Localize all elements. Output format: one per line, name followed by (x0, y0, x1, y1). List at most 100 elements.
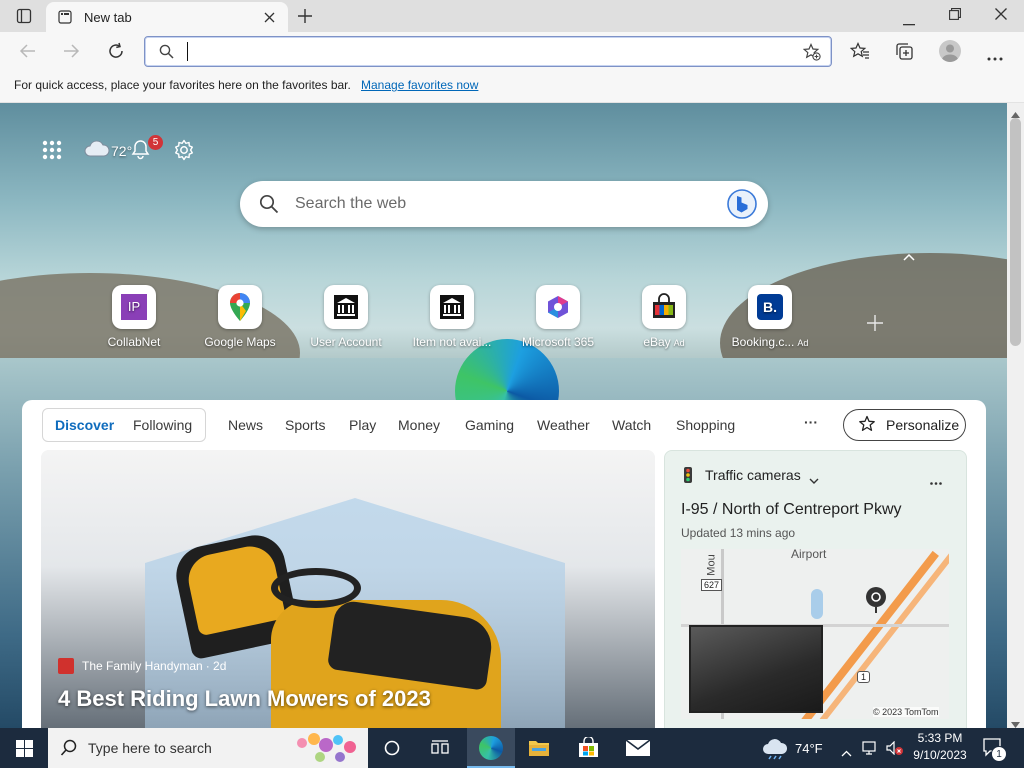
mail-icon[interactable] (625, 739, 651, 759)
map-label-airport: Airport (791, 549, 827, 561)
back-button[interactable] (19, 43, 37, 62)
file-explorer-icon[interactable] (528, 738, 550, 760)
quick-link-booking[interactable]: B. Booking.c... Ad (720, 285, 820, 349)
tab-money[interactable]: Money (398, 417, 440, 433)
cortana-icon[interactable] (384, 740, 400, 759)
personalize-button[interactable]: Personalize (843, 409, 966, 441)
volume-muted-icon[interactable] (886, 740, 904, 758)
close-tab-icon[interactable] (264, 11, 275, 26)
search-icon (159, 44, 174, 62)
windows-start-icon[interactable] (16, 740, 33, 760)
collapse-chevron-up-icon[interactable] (903, 249, 915, 264)
chevron-down-icon[interactable] (809, 472, 819, 487)
traffic-map[interactable]: Airport Mou 627 1 © 2023 TomTom (681, 549, 949, 719)
taskbar-weather-temp: 74°F (795, 741, 823, 756)
feed-toggle-group: Discover Following (42, 408, 206, 442)
quick-link-google-maps[interactable]: Google Maps (190, 285, 290, 349)
clock-date: 9/10/2023 (913, 748, 967, 762)
task-view-icon[interactable] (431, 740, 449, 759)
family-handyman-logo-icon (58, 658, 74, 674)
collections-icon[interactable] (895, 42, 914, 64)
ad-badge: Ad (797, 338, 809, 348)
personalize-star-icon (858, 415, 876, 436)
favorites-icon[interactable] (849, 42, 870, 63)
tab-new-tab[interactable]: New tab (46, 2, 288, 32)
more-feed-tabs-icon[interactable]: ··· (804, 414, 818, 430)
quick-link-label: User Account (310, 335, 382, 349)
action-center-badge: 1 (991, 746, 1007, 762)
page-settings-gear-icon[interactable] (173, 139, 195, 164)
weather-widget[interactable]: 72° (84, 140, 132, 161)
taskbar-search-box[interactable]: Type here to search (48, 728, 368, 768)
source-name: The Family Handyman (82, 659, 203, 673)
tab-weather[interactable]: Weather (537, 417, 590, 433)
tab-following[interactable]: Following (133, 417, 192, 433)
microsoft-store-icon[interactable] (578, 735, 599, 761)
map-road-627-shield: 627 (701, 579, 723, 591)
tab-actions-icon[interactable] (16, 8, 32, 24)
more-options-icon[interactable] (987, 49, 1003, 64)
map-water-shape (811, 589, 823, 619)
new-tab-button[interactable] (297, 8, 313, 27)
search-icon (259, 194, 279, 217)
bank-building-icon (324, 285, 368, 329)
show-hidden-icons-chevron-icon[interactable] (841, 745, 852, 760)
manage-favorites-link[interactable]: Manage favorites now (361, 78, 478, 92)
quick-link-user-account[interactable]: User Account (296, 285, 396, 349)
tab-news[interactable]: News (228, 417, 263, 433)
refresh-button[interactable] (107, 42, 125, 63)
traffic-updated: Updated 13 mins ago (681, 526, 796, 540)
traffic-header[interactable]: Traffic cameras (705, 467, 801, 483)
quick-link-item-not-available[interactable]: Item not avai... (402, 285, 502, 349)
restore-button[interactable] (949, 8, 961, 23)
quick-link-label: Google Maps (204, 335, 276, 349)
apps-grid-icon[interactable] (42, 140, 62, 163)
tab-play[interactable]: Play (349, 417, 376, 433)
article-card[interactable]: The Family Handyman · 2d 4 Best Riding L… (41, 450, 655, 728)
web-search-box[interactable]: Search the web (240, 181, 768, 227)
ebay-bag-icon (642, 285, 686, 329)
close-window-button[interactable] (995, 8, 1007, 23)
profile-avatar[interactable] (939, 40, 961, 62)
traffic-camera-thumbnail[interactable] (689, 625, 823, 713)
address-input[interactable] (187, 42, 190, 61)
forward-button[interactable] (62, 43, 80, 62)
quick-link-microsoft-365[interactable]: Microsoft 365 (508, 285, 608, 349)
taskbar-weather-cloud-icon[interactable] (762, 738, 790, 763)
article-title[interactable]: 4 Best Riding Lawn Mowers of 2023 (58, 686, 431, 712)
network-icon[interactable] (862, 741, 878, 758)
add-favorite-icon[interactable] (802, 43, 821, 64)
camera-pin-icon[interactable] (865, 587, 887, 616)
tab-watch[interactable]: Watch (612, 417, 651, 433)
news-feed-panel: Discover Following News Sports Play Mone… (22, 400, 986, 728)
google-maps-icon (218, 285, 262, 329)
quick-link-collabnet[interactable]: IP CollabNet (84, 285, 184, 349)
tab-sports[interactable]: Sports (285, 417, 325, 433)
address-bar[interactable] (144, 36, 832, 67)
quick-link-label: Microsoft 365 (521, 335, 595, 349)
article-source: The Family Handyman · 2d (58, 658, 226, 674)
web-search-input[interactable]: Search the web (295, 195, 406, 213)
page-icon (58, 10, 72, 27)
card-more-icon[interactable] (930, 473, 942, 488)
quick-link-label: Booking.c... (731, 335, 795, 349)
tab-title: New tab (84, 10, 132, 25)
ad-badge: Ad (673, 338, 685, 348)
minimize-button[interactable] (903, 14, 915, 29)
tab-discover[interactable]: Discover (55, 417, 114, 433)
tab-shopping[interactable]: Shopping (676, 417, 735, 433)
bing-chat-icon[interactable] (726, 188, 758, 223)
quick-link-ebay[interactable]: eBay Ad (614, 285, 714, 349)
taskbar-edge-button[interactable] (467, 728, 515, 768)
add-quick-link-icon[interactable] (866, 314, 884, 335)
taskbar-search-input[interactable]: Type here to search (88, 740, 212, 756)
quick-link-label: eBay (643, 335, 671, 349)
traffic-cameras-card[interactable]: Traffic cameras I-95 / North of Centrepo… (664, 450, 967, 728)
edge-browser-icon (479, 736, 503, 760)
scrollbar-thumb[interactable] (1010, 118, 1021, 346)
tab-gaming[interactable]: Gaming (465, 417, 514, 433)
cloudy-weather-icon (84, 140, 110, 161)
booking-icon: B. (748, 285, 792, 329)
mower-steering-wheel-shape (271, 568, 361, 608)
clock[interactable]: 5:33 PM 9/10/2023 (910, 730, 970, 764)
